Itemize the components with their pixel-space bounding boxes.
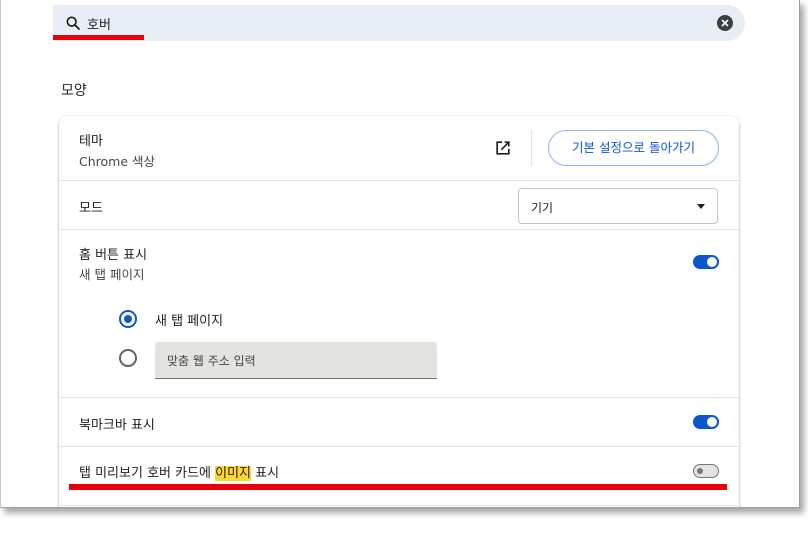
home-button-toggle[interactable] <box>693 255 719 269</box>
mode-select[interactable]: 기기 <box>518 188 718 224</box>
home-button-value: 새 탭 페이지 <box>79 267 145 282</box>
bookmarks-bar-label: 북마크바 표시 <box>79 418 155 433</box>
custom-url-placeholder: 맞춤 웹 주소 입력 <box>167 354 256 368</box>
clear-search-icon[interactable] <box>717 15 733 31</box>
mode-selected-value: 기기 <box>531 201 554 215</box>
theme-row: 테마 Chrome 색상 기본 설정으로 돌아가기 <box>59 116 739 180</box>
open-in-new-icon[interactable] <box>493 138 513 158</box>
annotation-underline-row <box>69 484 727 490</box>
appearance-card: 테마 Chrome 색상 기본 설정으로 돌아가기 모드 기기 홈 버튼 표시 … <box>59 116 739 507</box>
vertical-separator <box>531 130 532 166</box>
tab-preview-label: 탭 미리보기 호버 카드에 이미지 표시 <box>79 462 279 481</box>
reset-theme-button[interactable]: 기본 설정으로 돌아가기 <box>548 130 719 166</box>
custom-url-input[interactable]: 맞춤 웹 주소 입력 <box>155 342 437 379</box>
dropdown-caret-icon <box>697 204 705 209</box>
search-icon <box>66 16 80 30</box>
radio-new-tab-page-label: 새 탭 페이지 <box>155 314 224 329</box>
tab-preview-label-start: 탭 미리보기 호버 카드에 <box>79 466 216 481</box>
divider <box>59 505 739 506</box>
section-title: 모양 <box>61 83 87 99</box>
tab-preview-label-end: 표시 <box>251 466 280 481</box>
home-button-label: 홈 버튼 표시 <box>79 248 148 263</box>
theme-value: Chrome 색상 <box>79 154 156 169</box>
settings-search-bar[interactable]: 호버 <box>53 5 745 41</box>
search-highlight: 이미지 <box>215 466 252 481</box>
mode-row: 모드 기기 <box>59 181 739 229</box>
tab-preview-toggle[interactable] <box>693 464 719 478</box>
mode-label: 모드 <box>79 201 103 216</box>
annotation-underline-search <box>53 35 144 40</box>
settings-window: 호버 모양 테마 Chrome 색상 기본 설정으로 돌아가기 모드 기기 홈 … <box>0 0 800 508</box>
search-query[interactable]: 호버 <box>87 14 111 33</box>
radio-custom-url[interactable] <box>119 349 137 367</box>
radio-new-tab-page[interactable] <box>119 310 137 328</box>
bookmarks-bar-toggle[interactable] <box>693 415 719 429</box>
bookmarks-bar-row: 북마크바 표시 <box>59 398 739 446</box>
theme-label: 테마 <box>79 134 103 149</box>
